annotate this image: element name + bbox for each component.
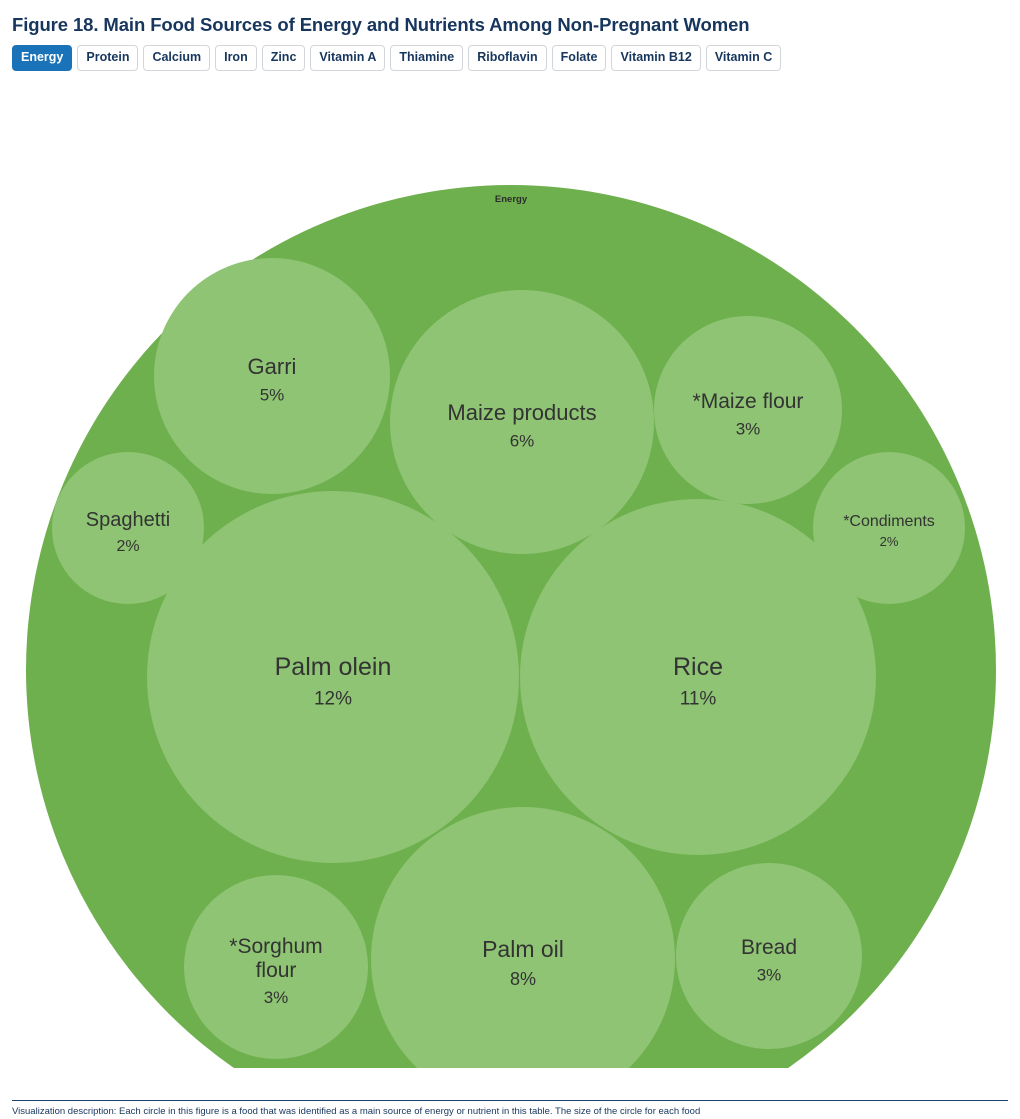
bubble-value: 5% <box>260 386 285 405</box>
tab-riboflavin[interactable]: Riboflavin <box>468 45 547 72</box>
bubble-label: Rice <box>673 653 723 681</box>
bubble-value: 2% <box>116 538 139 555</box>
bubble-label: Spaghetti <box>86 509 171 531</box>
bubble-label: flour <box>256 959 297 982</box>
page-title: Figure 18. Main Food Sources of Energy a… <box>12 14 750 35</box>
bubble-label: Garri <box>248 354 297 379</box>
bubble-label: *Maize flour <box>693 390 804 413</box>
bubble-label: Palm oil <box>482 936 564 962</box>
bubble-maize-flour[interactable]: *Maize flour 3% <box>654 316 842 505</box>
bubble-garri[interactable]: Garri 5% <box>154 258 390 495</box>
bubble-value: 6% <box>510 432 535 451</box>
bubble-value: 3% <box>264 988 289 1007</box>
tab-calcium[interactable]: Calcium <box>143 45 211 72</box>
bubble-label: Bread <box>741 936 797 959</box>
tab-folate[interactable]: Folate <box>551 45 607 72</box>
nutrient-tab-bar: Energy Protein Calcium Iron Zinc Vitamin A Thi… <box>0 36 1020 72</box>
bubble-sorghum-flour[interactable]: *Sorghumflour 3% <box>184 875 368 1060</box>
bubble-condiments[interactable]: *Condiments 2% <box>813 452 965 605</box>
tab-vitamin-a[interactable]: Vitamin A <box>310 45 386 72</box>
tab-zinc[interactable]: Zinc <box>261 45 306 72</box>
tab-iron[interactable]: Iron <box>215 45 257 72</box>
bubble-value: 3% <box>757 966 782 985</box>
tab-vitamin-c[interactable]: Vitamin C <box>705 45 782 72</box>
bubble-label: *Condiments <box>843 513 935 530</box>
bubble-palm-olein[interactable]: Palm olein 12% <box>147 491 519 864</box>
bubble-label: *Sorghum <box>229 935 322 958</box>
footnote-divider <box>12 1100 1008 1101</box>
bubble-value: 12% <box>314 689 352 710</box>
bubble-value: 11% <box>680 689 717 710</box>
bubble-bread[interactable]: Bread 3% <box>676 863 862 1050</box>
tab-thiamine[interactable]: Thiamine <box>390 45 464 72</box>
bubble-label: Maize products <box>447 400 596 425</box>
bubble-label: Palm olein <box>275 653 392 681</box>
circle-packing-chart: Energy Palm olein 12% Rice 11% Palm oil 8% Maiz… <box>0 73 1020 1069</box>
bubble-value: 3% <box>736 420 761 439</box>
bubble-value: 2% <box>880 534 899 549</box>
bubble-value: 8% <box>510 969 536 989</box>
bubble-chart-svg: Energy Palm olein 12% Rice 11% Palm oil 8% Maiz… <box>26 185 996 1069</box>
bubble-maize-products[interactable]: Maize products 6% <box>390 290 654 555</box>
tab-protein[interactable]: Protein <box>77 45 139 72</box>
tab-energy[interactable]: Energy <box>12 45 73 72</box>
bubble-spaghetti[interactable]: Spaghetti 2% <box>52 452 204 605</box>
footnote-text: Visualization description: Each circle i… <box>12 1106 701 1117</box>
tab-vitamin-b12[interactable]: Vitamin B12 <box>611 45 701 72</box>
root-circle-label: Energy <box>495 194 528 205</box>
